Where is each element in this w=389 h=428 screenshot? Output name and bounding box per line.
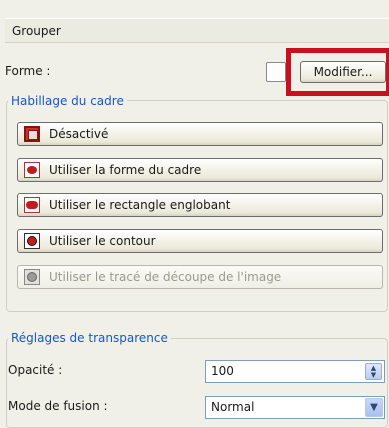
opacity-spin-icon[interactable]: ▲ ▼ [365,363,382,380]
shape-preview-swatch[interactable] [266,62,286,82]
shape-label: Forme : [5,64,51,78]
wrap-group-title: Habillage du cadre [8,94,127,108]
group-label: Grouper [12,24,61,38]
wrap-clip-path-icon [24,269,40,285]
wrap-frame-shape-label: Utiliser la forme du cadre [49,163,202,177]
opacity-stepper[interactable]: 100 ▲ ▼ [205,360,385,383]
group-header[interactable]: Grouper [5,18,389,43]
wrap-clip-path-label: Utiliser le tracé de découpe de l'image [49,270,282,284]
wrap-contour-icon [24,233,40,249]
wrap-frame-shape-button[interactable]: Utiliser la forme du cadre [17,158,383,182]
opacity-value: 100 [211,364,234,378]
wrap-bounding-box-button[interactable]: Utiliser le rectangle englobant [17,193,383,217]
chevron-down-icon[interactable]: ▼ [365,398,383,417]
wrap-contour-button[interactable]: Utiliser le contour [17,229,383,253]
wrap-off-label: Désactivé [49,127,109,141]
wrap-bounding-box-icon [24,197,40,213]
highlight-annotation [286,48,389,96]
opacity-label: Opacité : [8,363,63,377]
blend-mode-value: Normal [211,400,255,414]
wrap-contour-label: Utiliser le contour [49,234,156,248]
wrap-frame-shape-icon [24,162,40,178]
transparency-group-title: Réglages de transparence [8,331,171,345]
wrap-off-icon [24,126,40,142]
blend-mode-select[interactable]: Normal ▼ [205,396,385,419]
wrap-bounding-box-label: Utiliser le rectangle englobant [49,198,231,212]
wrap-off-button[interactable]: Désactivé [17,122,383,146]
wrap-clip-path-button: Utiliser le tracé de découpe de l'image [17,265,383,289]
blend-mode-label: Mode de fusion : [8,399,108,413]
